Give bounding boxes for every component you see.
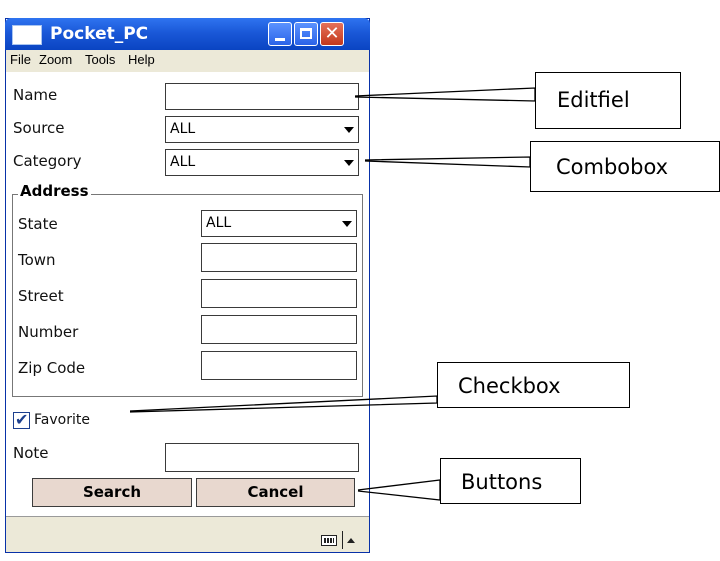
buttons-callout: Buttons (440, 458, 581, 504)
checkbox-callout: Checkbox (437, 362, 630, 408)
checkbox-leader (129, 395, 438, 413)
editfield-callout: Editfiel (535, 72, 681, 129)
combobox-callout: Combobox (530, 141, 720, 192)
editfield-leader (354, 87, 536, 102)
buttons-leader (357, 479, 441, 501)
combobox-leader (364, 156, 531, 168)
